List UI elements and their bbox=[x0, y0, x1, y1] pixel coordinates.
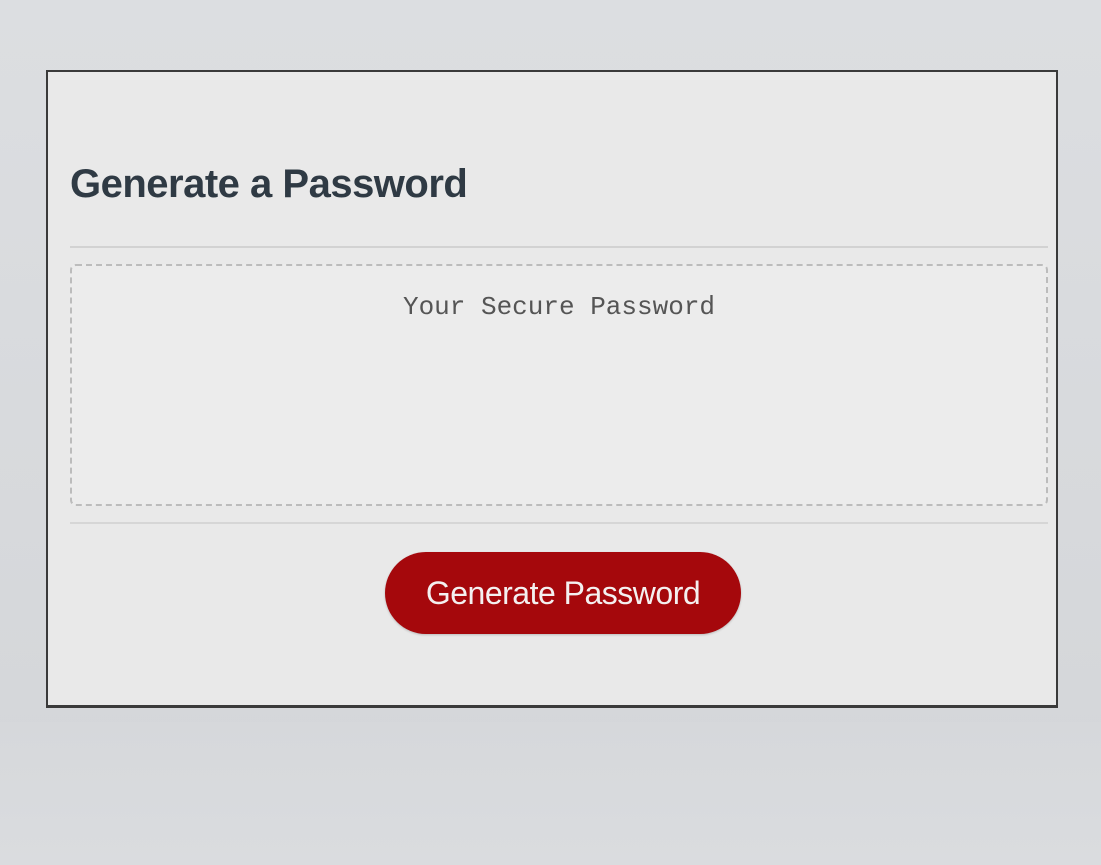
card-header: Generate a Password bbox=[70, 154, 1048, 248]
card-footer-divider bbox=[70, 522, 1048, 524]
generate-password-button[interactable]: Generate Password bbox=[385, 552, 741, 634]
bottom-area bbox=[0, 722, 1101, 865]
password-output-textarea[interactable] bbox=[70, 264, 1048, 506]
password-generator-card: Generate a Password Generate Password bbox=[46, 70, 1058, 708]
card-title: Generate a Password bbox=[70, 162, 468, 206]
